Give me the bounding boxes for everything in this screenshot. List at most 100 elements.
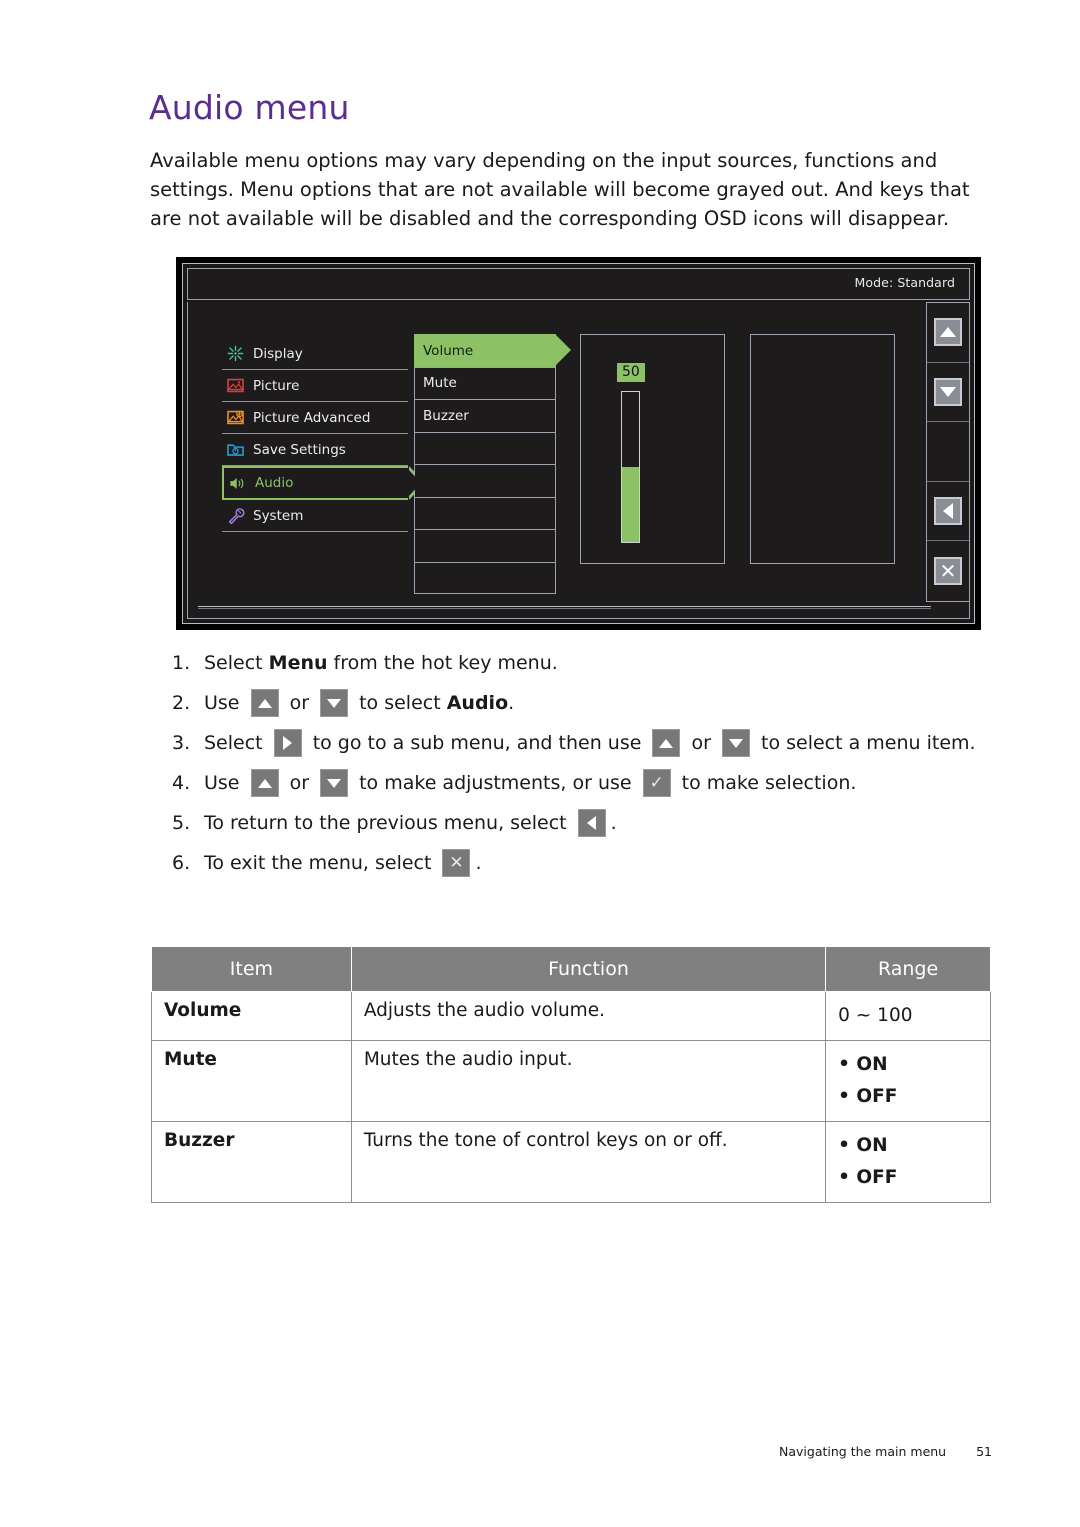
step-text: Use or to make adjustments, or use ✓ to … (204, 768, 856, 798)
step-fragment: To return to the previous menu, select (204, 812, 573, 834)
table-cell-range: • ON • OFF (825, 1121, 991, 1203)
table-cell-item: Volume (151, 991, 352, 1041)
table-body: Volume Adjusts the audio volume. 0 ~ 100 Mu… (151, 991, 991, 1203)
instruction-step: 4. Use or to make adjustments, or use ✓ t… (172, 768, 1002, 798)
osd-nav-item-picture[interactable]: Picture (222, 370, 408, 402)
step-fragment: to make selection. (675, 772, 857, 794)
speaker-icon (228, 474, 247, 493)
instruction-steps: 1. Select Menu from the hot key menu. 2. Us… (172, 648, 1002, 888)
osd-submenu-item-volume[interactable]: Volume (414, 334, 571, 367)
table-row: Volume Adjusts the audio volume. 0 ~ 100 (151, 991, 991, 1041)
key-arrow-down-icon[interactable] (721, 729, 750, 757)
table-cell-item: Mute (151, 1040, 352, 1122)
x-glyph: ✕ (939, 558, 957, 583)
osd-rail-arrow-up-button[interactable] (934, 318, 962, 347)
table-cell-function: Mutes the audio input. (350, 1040, 827, 1122)
table-header-range: Range (825, 946, 991, 992)
key-arrow-up-icon[interactable] (250, 689, 279, 717)
range-value: • OFF (838, 1167, 898, 1188)
step-emphasis: Audio (446, 692, 509, 714)
osd-nav-item-save-settings[interactable]: Save Settings (222, 434, 408, 466)
osd-rail-arrow-down-button[interactable] (934, 377, 962, 406)
osd-rail-arrow-left-button[interactable] (934, 496, 962, 525)
osd-nav-item-label: Display (253, 345, 303, 362)
step-fragment: . (475, 852, 482, 874)
picture-icon (226, 376, 245, 395)
range-value: • ON (838, 1135, 888, 1156)
volume-slider-track[interactable] (621, 391, 640, 543)
osd-frame: Mode: Standard Display Picture Picture Adv… (182, 263, 975, 624)
table-cell-item: Buzzer (151, 1121, 352, 1203)
osd-submenu-item-mute[interactable]: Mute (414, 366, 556, 399)
table-cell-range: • ON • OFF (825, 1040, 991, 1122)
step-fragment: Select (204, 732, 269, 754)
osd-nav-item-picture-advanced[interactable]: Picture Advanced (222, 402, 408, 434)
wrench-icon (226, 506, 245, 525)
step-number: 6. (172, 852, 191, 874)
osd-nav-item-audio[interactable]: Audio (222, 466, 425, 500)
key-check-icon[interactable]: ✓ (642, 769, 671, 797)
triangle-up-glyph (257, 698, 272, 708)
step-number: 5. (172, 812, 191, 834)
step-number: 3. (172, 732, 191, 754)
footer-page-number: 51 (976, 1444, 992, 1459)
triangle-down-glyph (327, 698, 342, 708)
brightness-icon (226, 344, 245, 363)
osd-nav-item-system[interactable]: System (222, 500, 408, 532)
osd-nav-item-display[interactable]: Display (222, 338, 408, 370)
step-fragment: from the hot key menu. (327, 652, 558, 674)
picture-advanced-icon (226, 408, 245, 427)
step-fragment: To exit the menu, select (204, 852, 438, 874)
key-arrow-up-icon[interactable] (250, 769, 279, 797)
step-fragment: . (508, 692, 515, 714)
step-fragment: Use (204, 692, 246, 714)
osd-button-rail: ✕ (926, 302, 970, 602)
step-text: Use or to select Audio. (204, 688, 514, 718)
triangle-left-glyph (587, 816, 597, 830)
key-arrow-down-icon[interactable] (320, 689, 349, 717)
osd-rail-close-x-button[interactable]: ✕ (934, 556, 962, 585)
triangle-left-glyph (943, 502, 953, 519)
table-cell-function: Turns the tone of control keys on or off… (350, 1121, 827, 1203)
step-fragment: to go to a sub menu, and then use (306, 732, 648, 754)
osd-titlebar: Mode: Standard (187, 268, 970, 300)
table-header-function: Function (350, 946, 827, 992)
osd-value-pane: 50 (580, 334, 725, 564)
key-arrow-down-icon[interactable] (320, 769, 349, 797)
range-value: • OFF (838, 1086, 898, 1107)
osd-body: Display Picture Picture Advanced Save Setti… (187, 302, 970, 619)
manual-page: Audio menu Available menu options may va… (0, 0, 1080, 1527)
osd-nav-item-label: System (253, 507, 304, 524)
page-title: Audio menu (149, 88, 350, 127)
osd-submenu-item-label: Buzzer (423, 407, 469, 424)
table-row: Mute Mutes the audio input. • ON • OFF (151, 1040, 991, 1122)
step-fragment: or (283, 692, 316, 714)
key-close-x-icon[interactable]: ✕ (442, 849, 471, 877)
osd-rail-slot[interactable] (927, 482, 969, 541)
key-arrow-left-icon[interactable] (577, 809, 606, 837)
step-number: 1. (172, 652, 191, 674)
step-emphasis: Menu (268, 652, 328, 674)
instruction-step: 6. To exit the menu, select ✕. (172, 848, 1002, 878)
step-text: To return to the previous menu, select . (204, 808, 617, 838)
footer-section: Navigating the main menu (779, 1444, 947, 1459)
osd-screenshot: Mode: Standard Display Picture Picture Adv… (176, 257, 981, 630)
osd-nav-item-label: Audio (255, 475, 294, 491)
table-cell-range: 0 ~ 100 (825, 991, 991, 1041)
osd-submenu-item-buzzer[interactable]: Buzzer (414, 399, 556, 432)
key-arrow-right-icon[interactable] (273, 729, 302, 757)
osd-submenu-list: Volume Mute Buzzer (414, 334, 571, 594)
osd-rail-slot[interactable] (927, 303, 969, 363)
osd-nav-list: Display Picture Picture Advanced Save Setti… (222, 338, 425, 532)
table-row: Buzzer Turns the tone of control keys on … (151, 1121, 991, 1203)
osd-nav-item-label: Save Settings (253, 441, 346, 458)
osd-rail-slot[interactable]: ✕ (927, 541, 969, 601)
osd-rail-slot[interactable] (927, 363, 969, 422)
step-fragment: to make adjustments, or use (353, 772, 638, 794)
triangle-up-glyph (659, 738, 674, 748)
key-arrow-up-icon[interactable] (652, 729, 681, 757)
instruction-step: 3. Select to go to a sub menu, and then u… (172, 728, 1002, 758)
range-value: 0 ~ 100 (838, 1005, 913, 1026)
step-text: Select Menu from the hot key menu. (204, 648, 558, 678)
instruction-step: 1. Select Menu from the hot key menu. (172, 648, 1002, 678)
